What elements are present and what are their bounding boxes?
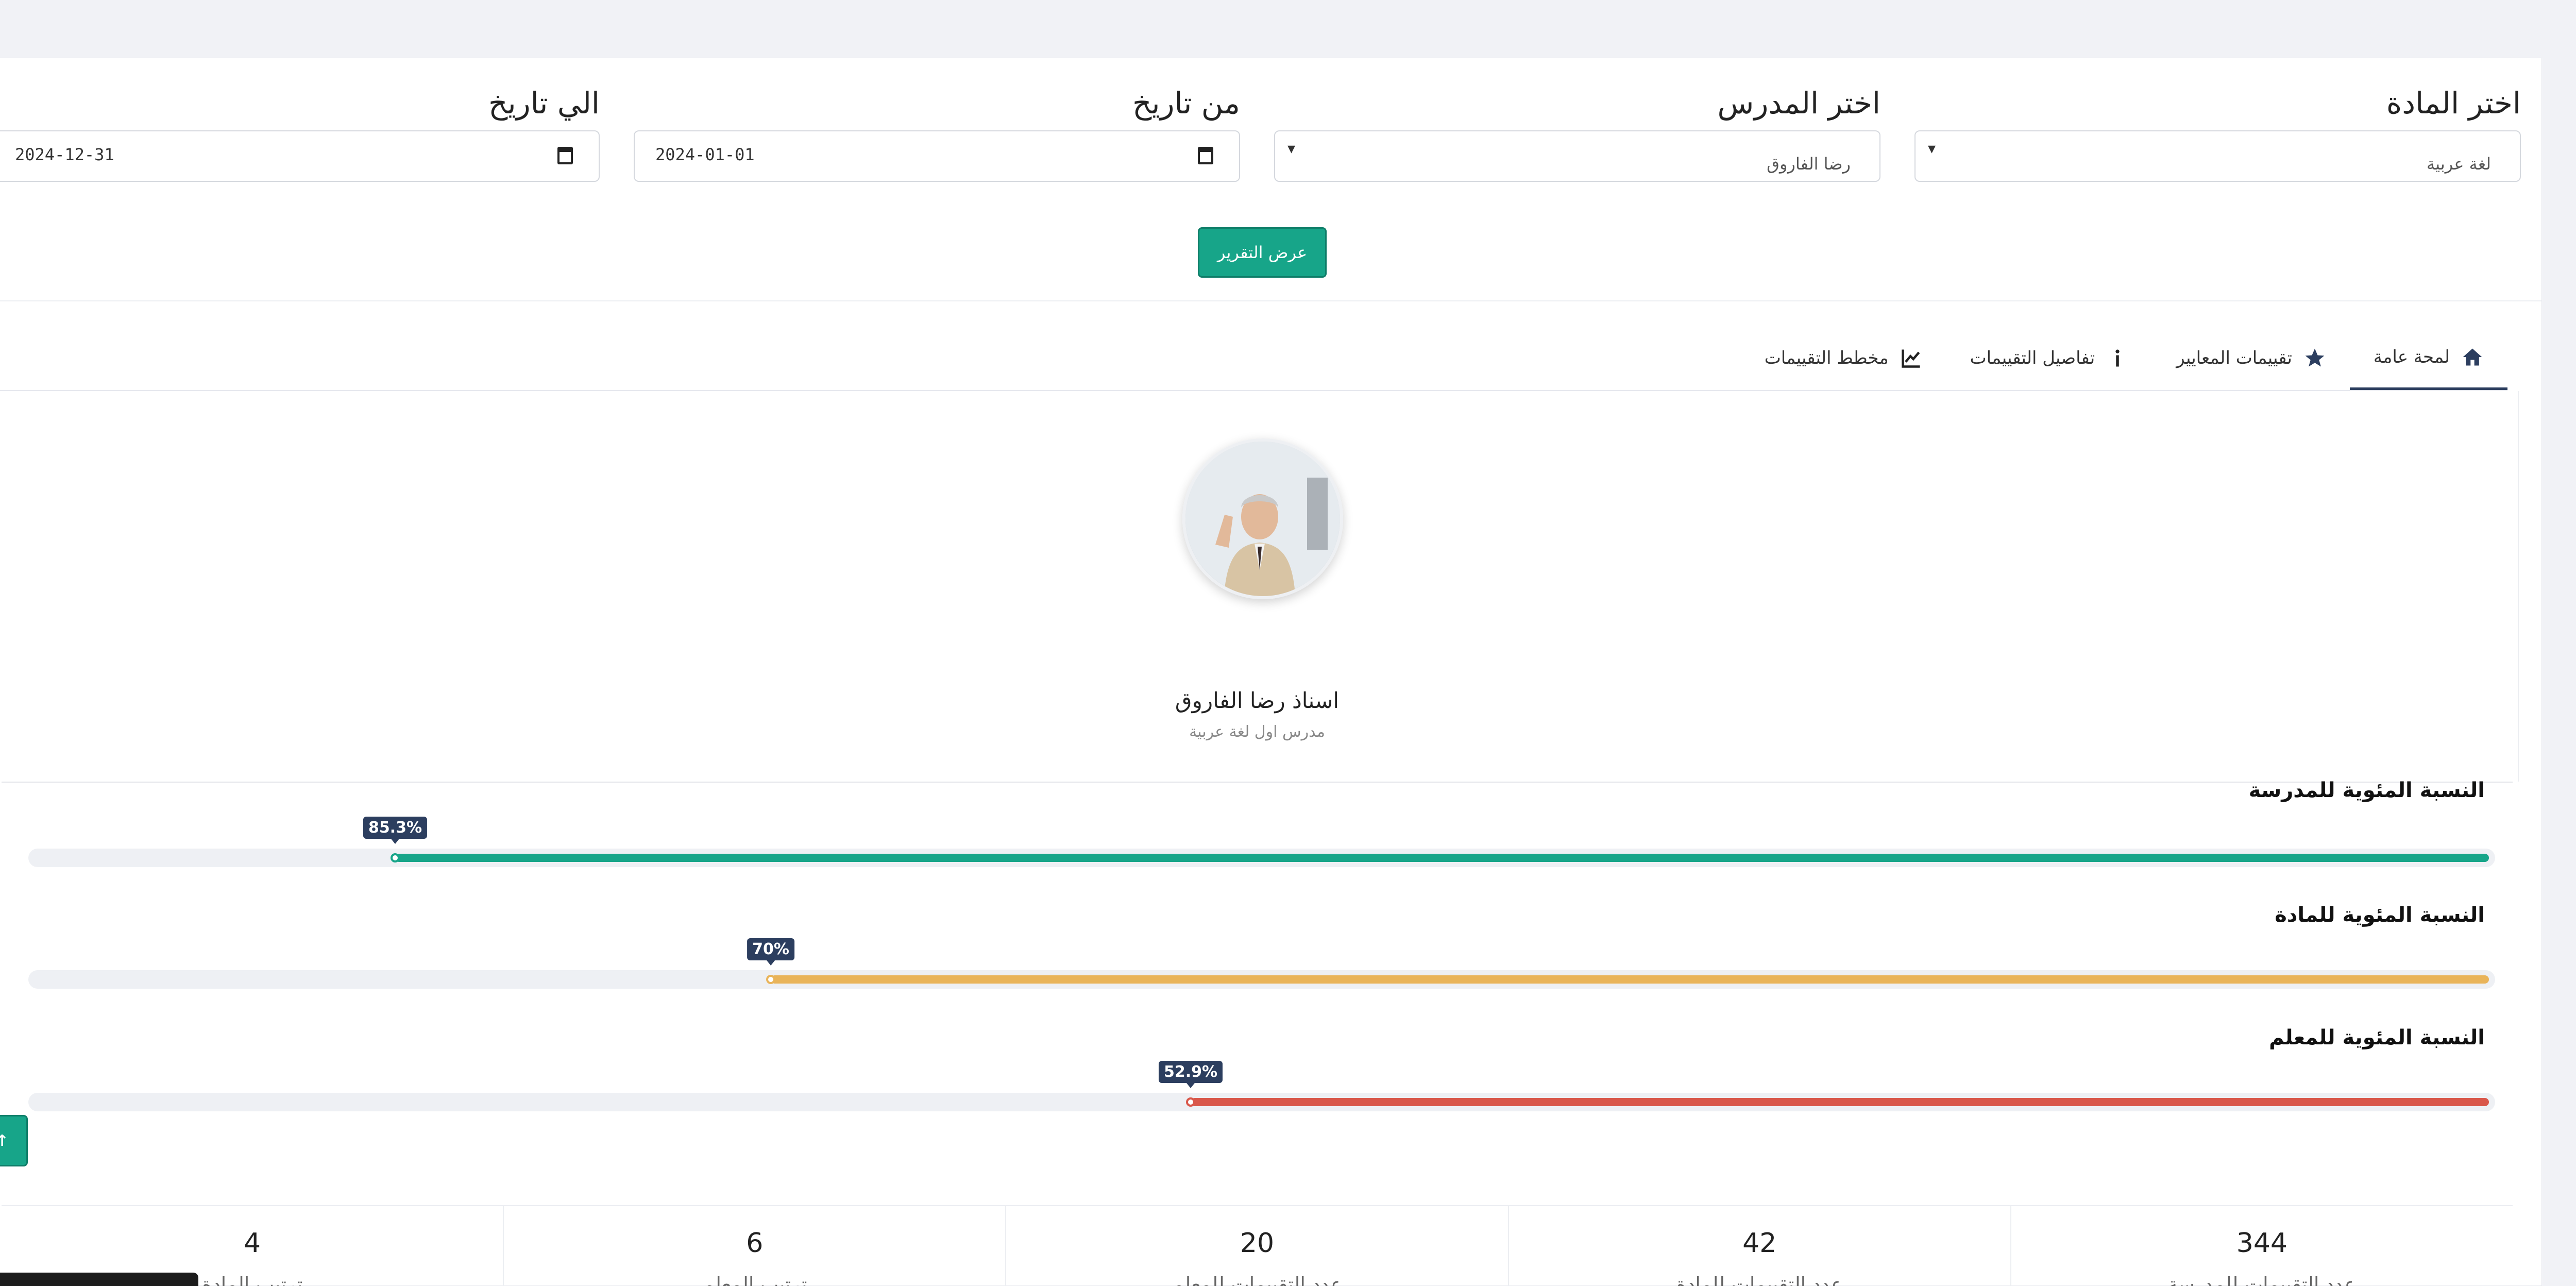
- subject-percentage-marker: [766, 975, 775, 984]
- teacher-role: مدرس اول لغة عربية: [1189, 723, 1325, 741]
- show-report-button[interactable]: عرض التقرير: [1198, 227, 1327, 278]
- teacher-select[interactable]: رضا الفاروق ▾: [1274, 130, 1880, 182]
- teacher-percentage-bar: 52.9%: [28, 1061, 2495, 1111]
- teacher-percentage-badge: 52.9%: [1158, 1061, 1223, 1088]
- tab-criteria-ratings[interactable]: تقييمات المعايير: [2153, 326, 2350, 390]
- stat-label: ترتيب المعلم: [702, 1273, 807, 1286]
- stat-subject-ratings: 42 عدد التقييمات للمادة: [1507, 1206, 2010, 1286]
- stat-school-ratings: 344 عدد التقييمات للمدرسة: [2010, 1206, 2513, 1286]
- tab-criteria-ratings-label: تقييمات المعايير: [2176, 348, 2292, 368]
- to-date-label: الي تاريخ: [488, 86, 600, 121]
- home-icon: [2463, 348, 2482, 365]
- teacher-percentage-fill: [1191, 1098, 2489, 1106]
- tab-rating-details-label: تفاصيل التقييمات: [1970, 348, 2095, 368]
- school-percentage-title: النسبة المئوية للمدرسة: [2248, 779, 2485, 802]
- teacher-label: اختر المدرس: [1717, 86, 1880, 121]
- subject-percentage-title: النسبة المئوية للمادة: [2275, 903, 2485, 927]
- teacher-filter: اختر المدرس رضا الفاروق ▾: [1274, 81, 1880, 182]
- stat-teacher-ratings: 20 عدد التقييمات للمعلم: [1005, 1206, 1507, 1286]
- school-percentage-fill: [395, 854, 2489, 862]
- from-date-filter: من تاريخ 2024-01-01: [634, 81, 1240, 182]
- tab-ratings-chart[interactable]: مخطط التقييمات: [1741, 326, 1946, 390]
- school-percentage-bar: 85.3%: [28, 817, 2495, 867]
- stat-label: عدد التقييمات للمدرسة: [2167, 1273, 2357, 1286]
- from-date-label: من تاريخ: [1132, 86, 1240, 121]
- tab-rating-details[interactable]: تفاصيل التقييمات: [1946, 326, 2153, 390]
- divider: [2, 782, 2513, 783]
- subject-label: اختر المادة: [2386, 86, 2521, 121]
- to-date-input[interactable]: 2024-12-31: [0, 130, 600, 182]
- stat-value: 6: [746, 1228, 764, 1259]
- from-date-value: 2024-01-01: [655, 145, 755, 164]
- stat-value: 42: [1742, 1228, 1777, 1259]
- subject-percentage-fill: [771, 975, 2489, 984]
- teacher-percentage-marker: [1186, 1097, 1195, 1107]
- star-icon: [2305, 348, 2325, 367]
- tab-overview[interactable]: لمحة عامة: [2349, 326, 2507, 390]
- status-bar: [0, 1273, 198, 1286]
- subject-percentage-badge: 70%: [747, 938, 794, 966]
- info-icon: [2115, 349, 2120, 367]
- to-date-value: 2024-12-31: [15, 145, 114, 164]
- scroll-to-top-button[interactable]: ↑: [0, 1115, 28, 1166]
- tabs: لمحة عامة تقييمات المعايير تفاصيل التقيي…: [1741, 326, 2507, 390]
- stat-label: عدد التقييمات للمادة: [1676, 1273, 1843, 1286]
- divider: [0, 300, 2541, 301]
- stat-value: 20: [1240, 1228, 1275, 1259]
- filter-row: اختر المادة لغة عربية ▾ اختر المدرس رضا …: [0, 81, 2521, 182]
- stat-value: 4: [244, 1228, 261, 1259]
- report-card: اختر المادة لغة عربية ▾ اختر المدرس رضا …: [0, 58, 2542, 1286]
- tab-overview-label: لمحة عامة: [2373, 346, 2450, 367]
- subject-percentage-bar: 70%: [28, 938, 2495, 989]
- teacher-name: اسناذ رضا الفاروق: [1175, 688, 1340, 713]
- subject-select[interactable]: لغة عربية ▾: [1914, 130, 2521, 182]
- subject-filter: اختر المادة لغة عربية ▾: [1914, 81, 2521, 182]
- stat-value: 344: [2236, 1228, 2288, 1259]
- chevron-down-icon: ▾: [1287, 140, 1296, 158]
- teacher-photo: [1185, 442, 1340, 596]
- school-percentage-marker: [391, 853, 400, 862]
- from-date-input[interactable]: 2024-01-01: [634, 130, 1240, 182]
- school-percentage-badge: 85.3%: [363, 817, 428, 844]
- calendar-icon[interactable]: [557, 147, 573, 164]
- teacher-select-value: رضا الفاروق: [1767, 154, 1851, 174]
- avatar: [1182, 438, 1343, 599]
- calendar-icon[interactable]: [1198, 147, 1213, 164]
- teacher-percentage-title: النسبة المئوية للمعلم: [2269, 1026, 2485, 1050]
- to-date-filter: الي تاريخ 2024-12-31: [0, 81, 600, 182]
- stats-row: 344 عدد التقييمات للمدرسة 42 عدد التقييم…: [2, 1206, 2513, 1286]
- chart-icon: [1901, 349, 1920, 368]
- stat-label: عدد التقييمات للمعلم: [1172, 1273, 1343, 1286]
- tab-ratings-chart-label: مخطط التقييمات: [1764, 348, 1889, 368]
- stat-teacher-rank: 6 ترتيب المعلم: [503, 1206, 1005, 1286]
- chevron-down-icon: ▾: [1928, 140, 1936, 158]
- subject-select-value: لغة عربية: [2427, 154, 2491, 174]
